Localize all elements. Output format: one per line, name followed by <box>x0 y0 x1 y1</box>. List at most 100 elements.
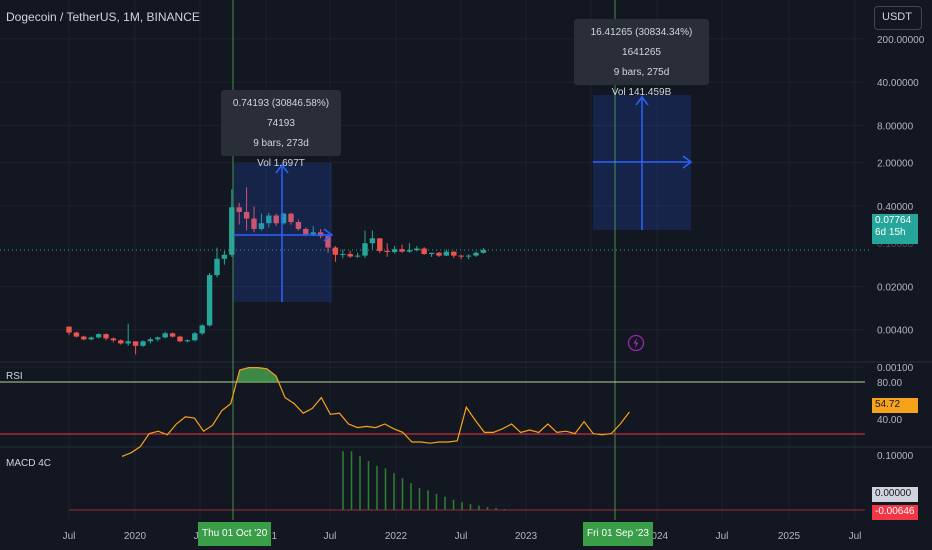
candle <box>369 230 376 250</box>
candle-body <box>81 336 87 340</box>
candle-body <box>391 249 398 253</box>
candle-body <box>473 252 479 256</box>
candle <box>81 335 87 341</box>
candle-body <box>369 238 376 244</box>
candle <box>465 254 472 260</box>
candle-body <box>132 341 139 346</box>
candle <box>125 323 131 346</box>
candle-body <box>110 338 117 341</box>
candle <box>354 252 361 258</box>
measure-tooltip-2: 16.41265 (30834.34%) 1641265 9 bars, 275… <box>574 19 709 98</box>
price-tick-label: 2.00000 <box>877 159 914 170</box>
candle-body <box>465 255 472 257</box>
candle-body <box>140 341 146 346</box>
candle-body <box>384 250 390 253</box>
candle <box>436 252 442 257</box>
measure-change: 0.74193 (30846.58%) 74193 <box>232 98 330 129</box>
crosshair-date-2: Fri 01 Sep '23 <box>583 522 653 546</box>
candle <box>132 341 139 355</box>
candle <box>169 332 176 338</box>
price-chart[interactable]: 80.00 40.00 0.10000 200.00000 40.00000 8.00… <box>0 0 932 550</box>
candle <box>88 336 94 341</box>
time-tick-label: Jul <box>716 531 729 542</box>
candle <box>192 331 198 342</box>
price-tick-label: 8.00000 <box>877 121 914 132</box>
lightning-icon[interactable] <box>627 334 645 352</box>
symbol-title[interactable]: Dogecoin / TetherUS, 1M, BINANCE <box>6 10 200 24</box>
candle-body <box>199 325 205 334</box>
candle-body <box>399 249 405 252</box>
measure-bars: 9 bars, 275d <box>613 67 670 78</box>
macd-signal-tag: -0.00646 <box>872 505 918 520</box>
candle-body <box>169 333 176 337</box>
candle <box>347 250 353 258</box>
candle <box>155 336 161 342</box>
candle-body <box>192 333 198 341</box>
macd-pane: 0.10000 <box>69 451 914 511</box>
candle-body <box>340 253 346 255</box>
price-tick-label: 40.00000 <box>877 78 919 89</box>
crosshair-date-1: Thu 01 Oct '20 <box>198 522 272 546</box>
candle-body <box>458 255 464 257</box>
candle <box>406 243 413 253</box>
price-tick-label: 200.00000 <box>877 35 925 46</box>
candle <box>377 238 383 253</box>
price-tick-label: 0.40000 <box>877 202 914 213</box>
measure-box <box>233 163 334 302</box>
macd-label[interactable]: MACD 4C <box>6 458 51 469</box>
candle <box>421 247 427 255</box>
candle-body <box>406 250 413 252</box>
time-tick-label: 2025 <box>778 531 801 542</box>
rsi-line <box>121 367 630 457</box>
currency-button[interactable]: USDT <box>874 6 922 30</box>
candle-body <box>95 334 102 338</box>
measure-change: 16.41265 (30834.34%) 1641265 <box>590 27 693 58</box>
candle <box>443 249 450 257</box>
candle-body <box>73 332 80 337</box>
time-tick-label: 2023 <box>515 531 538 542</box>
candle <box>458 254 464 260</box>
candle-body <box>354 255 361 257</box>
candle <box>473 251 479 257</box>
candle-body <box>451 251 457 256</box>
time-tick-label: Jul <box>63 531 76 542</box>
candle <box>362 230 368 258</box>
candle <box>110 337 117 343</box>
candle-body <box>347 253 353 257</box>
candle-body <box>177 336 183 342</box>
price-tick-label: 0.00400 <box>877 326 914 337</box>
candle <box>399 244 405 253</box>
chart-grid <box>0 0 932 520</box>
candle <box>332 246 339 262</box>
candle <box>206 273 213 327</box>
measure-tooltip-1: 0.74193 (30846.58%) 74193 9 bars, 273d V… <box>221 90 341 169</box>
rsi-level-label: 80.00 <box>877 378 902 389</box>
candle-body <box>428 252 435 254</box>
rsi-label[interactable]: RSI <box>6 371 23 382</box>
candle-body <box>118 340 124 344</box>
measure-box <box>593 95 693 230</box>
candle-body <box>214 258 220 276</box>
candle <box>480 247 487 254</box>
bar-countdown: 6d 15h <box>875 227 906 238</box>
candle-body <box>480 249 487 253</box>
last-price-tag: 0.07764 6d 15h <box>872 214 918 244</box>
candle-body <box>184 340 191 342</box>
candle-body <box>125 341 131 344</box>
candle <box>118 339 124 345</box>
time-tick-label: 2020 <box>124 531 147 542</box>
candle <box>414 246 420 252</box>
candle <box>147 337 154 344</box>
macd-scale-label: 0.10000 <box>877 451 914 462</box>
candle <box>384 243 390 257</box>
price-tick-label: 0.00100 <box>877 363 914 374</box>
candle-body <box>443 251 450 256</box>
measure-volume: Vol 1.697T <box>257 158 305 169</box>
candle-body <box>103 334 109 339</box>
candle-body <box>162 333 168 338</box>
candle <box>162 331 168 339</box>
time-tick-label: Jul <box>455 531 468 542</box>
candle-body <box>414 248 420 251</box>
candle-body <box>155 337 161 340</box>
candle-body <box>436 252 442 256</box>
